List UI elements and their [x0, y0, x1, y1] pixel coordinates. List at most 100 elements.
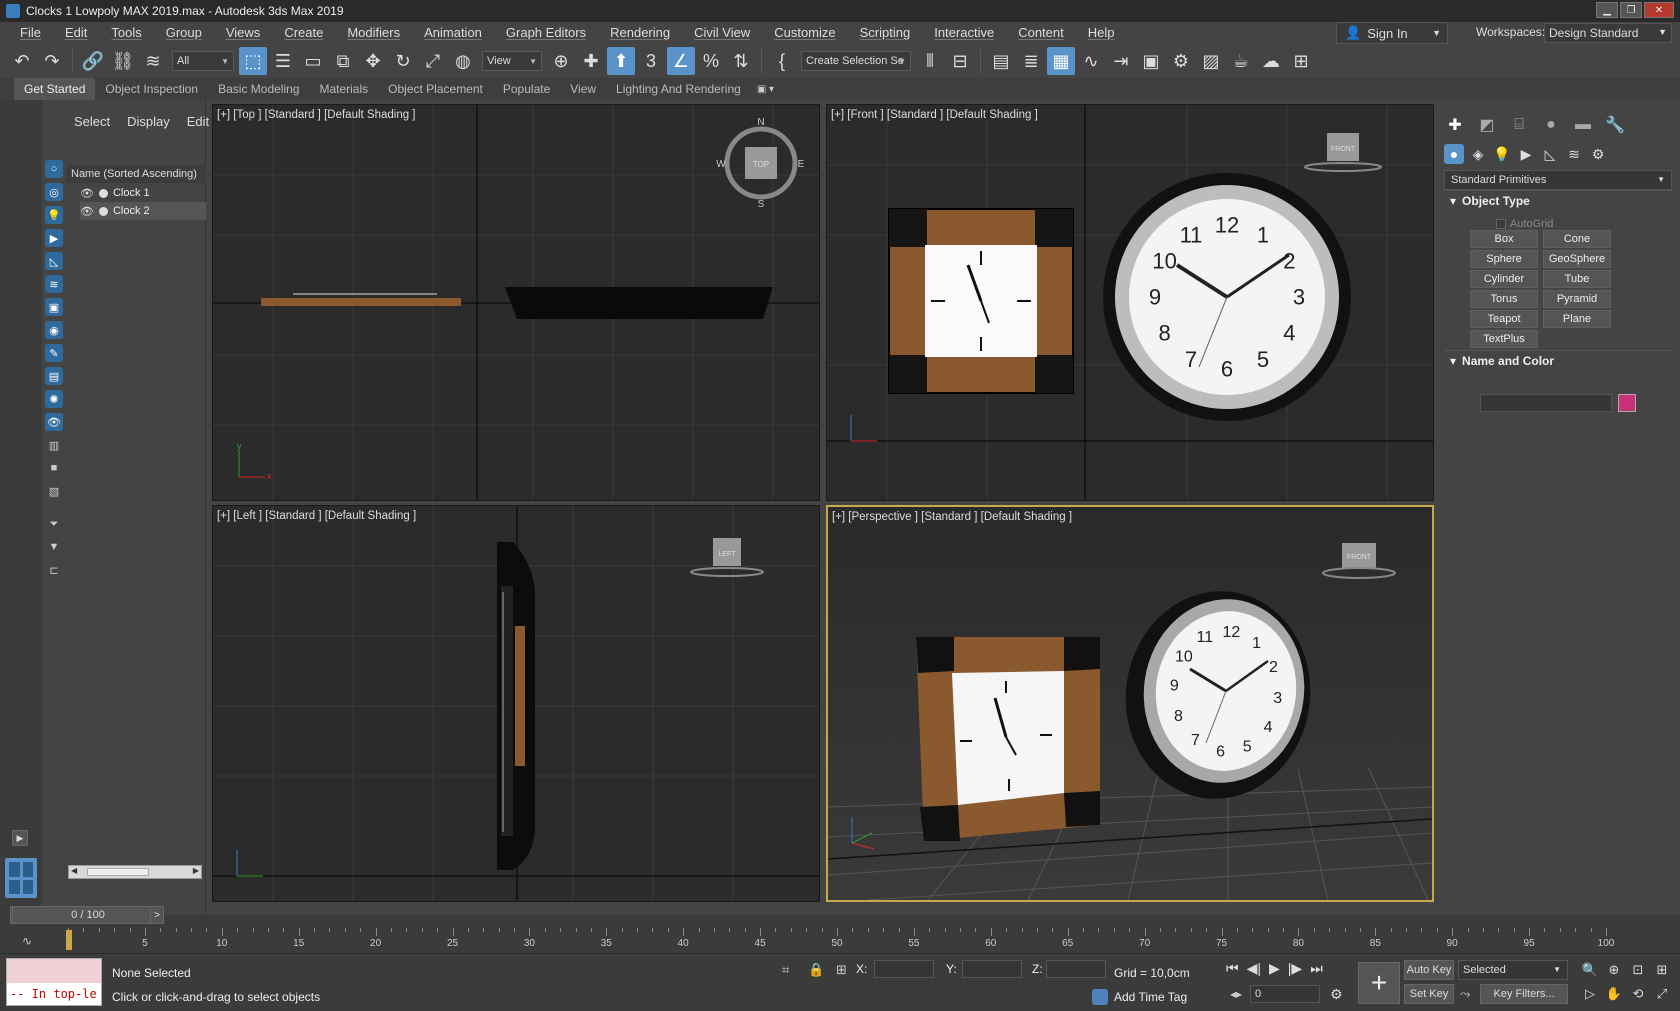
orbit-icon[interactable]: ⟲ — [1628, 984, 1648, 1004]
viewcube[interactable]: LEFT — [690, 538, 764, 577]
primitive-box-button[interactable]: Box — [1470, 230, 1538, 248]
viewport-front[interactable]: [+] [Front ] [Standard ] [Default Shadin… — [826, 104, 1434, 501]
filter-selected-icon[interactable]: ▼ — [45, 538, 63, 556]
viewport-label[interactable]: [+] [Front ] [Standard ] [Default Shadin… — [831, 109, 1038, 121]
display-shapes-icon[interactable]: ◎ — [45, 183, 63, 201]
move-icon[interactable]: ✥ — [359, 47, 387, 75]
object-name-field[interactable] — [1480, 394, 1612, 412]
zoom-extents-icon[interactable]: ⊡ — [1628, 960, 1648, 980]
hierarchy-tab-icon[interactable]: ⌸ — [1508, 114, 1530, 136]
edit-named-selection-icon[interactable]: { — [768, 47, 796, 75]
undo-icon[interactable]: ↶ — [8, 47, 36, 75]
primitive-teapot-button[interactable]: Teapot — [1470, 310, 1538, 328]
display-helpers-icon[interactable]: ◺ — [45, 252, 63, 270]
clock-1-top-view[interactable] — [261, 298, 461, 306]
time-slider[interactable]: 0 / 100 — [12, 906, 164, 924]
filter-icon[interactable]: ⏷ — [45, 515, 63, 533]
shapes-icon[interactable]: ◈ — [1468, 144, 1488, 164]
ribbon-tab-get-started[interactable]: Get Started — [14, 78, 96, 100]
primitive-cone-button[interactable]: Cone — [1543, 230, 1611, 248]
menu-create[interactable]: Create — [272, 22, 335, 44]
spacewarps-icon[interactable]: ≋ — [1564, 144, 1584, 164]
mirror-icon[interactable]: ⫴ — [916, 47, 944, 75]
create-tab-icon[interactable]: ✚ — [1444, 114, 1466, 136]
render-in-cloud-icon[interactable]: ☁ — [1257, 47, 1285, 75]
clock-1-perspective[interactable] — [916, 637, 1100, 841]
clock-2-top-view[interactable] — [505, 287, 773, 319]
primitive-type-dropdown[interactable]: Standard Primitives ▼ — [1444, 170, 1672, 190]
rectangular-selection-icon[interactable]: ▭ — [299, 47, 327, 75]
display-xrefs-icon[interactable]: ◉ — [45, 321, 63, 339]
primitive-torus-button[interactable]: Torus — [1470, 290, 1538, 308]
menu-content[interactable]: Content — [1006, 22, 1076, 44]
percent-snap-icon[interactable]: % — [697, 47, 725, 75]
rendered-frame-window-icon[interactable]: ▨ — [1197, 47, 1225, 75]
zoom-extents-all-icon[interactable]: ⊞ — [1652, 960, 1672, 980]
x-coordinate-field[interactable] — [874, 960, 934, 978]
menu-help[interactable]: Help — [1076, 22, 1127, 44]
add-time-tag[interactable]: Add Time Tag — [1092, 989, 1187, 1005]
set-keys-button[interactable]: + — [1358, 962, 1400, 1004]
current-frame-field[interactable]: 0 — [1250, 985, 1320, 1003]
viewport-label[interactable]: [+] [Top ] [Standard ] [Default Shading … — [217, 109, 416, 121]
viewport-label[interactable]: [+] [Left ] [Standard ] [Default Shading… — [217, 510, 416, 522]
modify-tab-icon[interactable]: ◩ — [1476, 114, 1498, 136]
maximize-viewport-icon[interactable]: ⤢ — [1652, 984, 1672, 1004]
key-filters-button[interactable]: Key Filters... — [1480, 984, 1568, 1004]
absolute-mode-icon[interactable]: ⊞ — [836, 962, 847, 978]
horizontal-scrollbar[interactable]: ◀ ▶ — [68, 865, 202, 879]
ribbon-tab-materials[interactable]: Materials — [309, 78, 378, 100]
primitive-tube-button[interactable]: Tube — [1543, 270, 1611, 288]
minimize-button[interactable]: ▁ — [1596, 2, 1618, 18]
menu-edit[interactable]: Edit — [53, 22, 99, 44]
viewport-label[interactable]: [+] [Perspective ] [Standard ] [Default … — [832, 511, 1072, 523]
menu-modifiers[interactable]: Modifiers — [335, 22, 412, 44]
primitive-textplus-button[interactable]: TextPlus — [1470, 330, 1538, 348]
column-header-name[interactable]: Name (Sorted Ascending) — [66, 165, 206, 183]
maxscript-listener[interactable]: -- In top-le — [6, 958, 102, 1006]
scrollbar-thumb[interactable] — [87, 868, 149, 876]
snaps-toggle-icon[interactable]: 3 — [637, 47, 665, 75]
toggle-layer-icon[interactable]: ≣ — [1017, 47, 1045, 75]
scene-item-clock-2[interactable]: 👁 Clock 2 — [80, 202, 206, 220]
layer-icon[interactable]: ⊏ — [45, 561, 63, 579]
clock-1-front-view[interactable] — [888, 208, 1074, 394]
viewport-layout-icon[interactable] — [5, 858, 37, 898]
menu-animation[interactable]: Animation — [412, 22, 494, 44]
visibility-eye-icon[interactable]: 👁 — [80, 205, 94, 218]
display-cameras-icon[interactable]: ▶ — [45, 229, 63, 247]
play-icon[interactable]: ▶ — [1269, 960, 1280, 977]
clock-1-side-view[interactable] — [515, 626, 525, 766]
menu-civil-view[interactable]: Civil View — [682, 22, 762, 44]
visibility-eye-icon[interactable]: 👁 — [80, 187, 94, 200]
place-icon[interactable]: ◍ — [449, 47, 477, 75]
z-coordinate-field[interactable] — [1046, 960, 1106, 978]
select-object-icon[interactable]: ⬚ — [239, 47, 267, 75]
pivot-center-icon[interactable]: ⊕ — [547, 47, 575, 75]
display-tab-icon[interactable]: ▬ — [1572, 114, 1594, 136]
primitive-sphere-button[interactable]: Sphere — [1470, 250, 1538, 268]
primitive-pyramid-button[interactable]: Pyramid — [1543, 290, 1611, 308]
set-key-button[interactable]: Set Key — [1404, 984, 1454, 1004]
key-mode-toggle-icon[interactable]: ◂▸ — [1230, 987, 1242, 1001]
zoom-all-icon[interactable]: ⊕ — [1604, 960, 1624, 980]
ribbon-tab-object-placement[interactable]: Object Placement — [378, 78, 493, 100]
render-setup-icon[interactable]: ⚙ — [1167, 47, 1195, 75]
named-selection-set-dropdown[interactable]: Create Selection Se ▼ — [801, 51, 911, 71]
scene-item-clock-1[interactable]: 👁 Clock 1 — [80, 184, 206, 202]
menu-file[interactable]: File — [8, 22, 53, 44]
workspace-dropdown[interactable]: Design Standard ▼ — [1544, 23, 1672, 43]
primitive-plane-button[interactable]: Plane — [1543, 310, 1611, 328]
object-type-rollout[interactable]: ▾ Object Type — [1444, 190, 1672, 210]
next-frame-icon[interactable]: |▶ — [1288, 960, 1302, 977]
zoom-icon[interactable]: 🔍 — [1580, 960, 1600, 980]
y-coordinate-field[interactable] — [962, 960, 1022, 978]
go-to-end-icon[interactable]: ⏭ — [1310, 960, 1323, 977]
ribbon-tab-basic-modeling[interactable]: Basic Modeling — [208, 78, 309, 100]
curve-editor-mini-icon[interactable]: ∿ — [22, 934, 32, 948]
reference-coordinate-dropdown[interactable]: View ▼ — [482, 51, 542, 71]
menu-rendering[interactable]: Rendering — [598, 22, 682, 44]
display-none-icon[interactable]: ■ — [45, 459, 63, 477]
isolate-selection-icon[interactable]: ⌗ — [782, 962, 789, 978]
time-marker[interactable] — [66, 930, 72, 950]
